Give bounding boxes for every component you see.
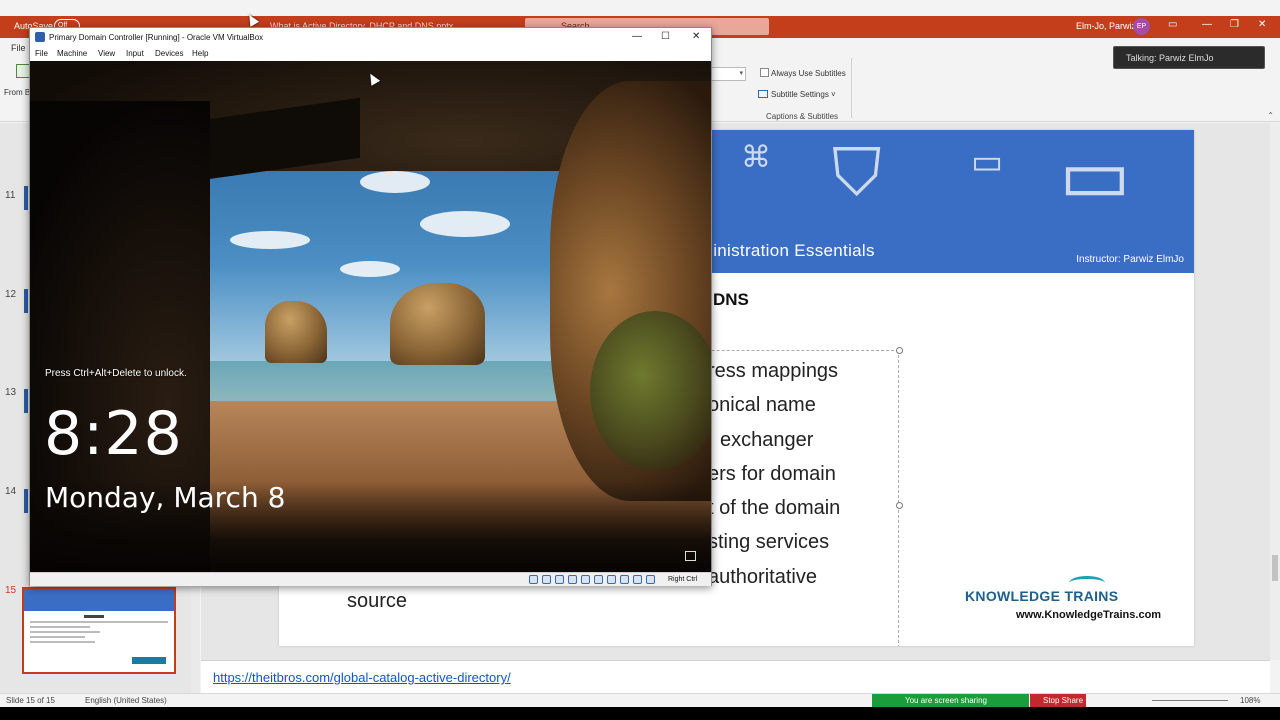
ribbon-display-icon[interactable]: ▭ <box>1168 19 1177 30</box>
slide-thumbnail-14[interactable] <box>24 489 28 513</box>
brand-name: KNOWLEDGE TRAINS <box>965 588 1119 604</box>
chevron-down-icon: ▾ <box>739 70 743 77</box>
avatar[interactable]: EP <box>1133 18 1150 35</box>
menu-view[interactable]: View <box>98 49 115 58</box>
lock-unlock-hint: Press Ctrl+Alt+Delete to unlock. <box>45 368 187 379</box>
subtitles-icon <box>758 90 768 98</box>
zoom-level[interactable]: 108% <box>1240 696 1260 705</box>
usb-icon[interactable] <box>581 575 590 584</box>
thumb-number-14: 14 <box>5 486 17 497</box>
language-indicator[interactable]: English (United States) <box>85 696 167 705</box>
menu-input[interactable]: Input <box>126 49 144 58</box>
tab-file[interactable]: File <box>11 43 26 53</box>
shared-folders-icon[interactable] <box>594 575 603 584</box>
minimize-icon[interactable]: — <box>1202 19 1212 30</box>
maximize-icon[interactable]: ☐ <box>661 31 670 42</box>
hdd-icon[interactable] <box>529 575 538 584</box>
minimize-icon[interactable]: — <box>632 31 642 42</box>
brand-url: www.KnowledgeTrains.com <box>1016 609 1162 621</box>
slide-indicator: Slide 15 of 15 <box>6 696 55 705</box>
instructor-label: Instructor: Parwiz ElmJo <box>1076 254 1184 265</box>
virtualbox-title: Primary Domain Controller [Running] - Or… <box>49 33 264 42</box>
slide-thumbnail-12[interactable] <box>24 289 28 313</box>
thumb-number-13: 13 <box>5 387 17 398</box>
virtualization-icon[interactable] <box>633 575 642 584</box>
network-icon: ⌘ <box>741 141 771 174</box>
mouse-integration-icon[interactable] <box>646 575 655 584</box>
close-icon[interactable]: ✕ <box>692 31 700 42</box>
display-icon[interactable] <box>607 575 616 584</box>
slide-thumbnail-15[interactable] <box>22 587 176 674</box>
scrollbar-thumb[interactable] <box>1272 555 1278 581</box>
screen-border <box>0 707 1280 720</box>
virtualbox-icon <box>35 32 45 42</box>
virtualbox-titlebar[interactable]: Primary Domain Controller [Running] - Or… <box>30 28 711 46</box>
thumb-number-11: 11 <box>5 190 16 201</box>
play-icon[interactable] <box>16 64 30 78</box>
always-use-subtitles-checkbox[interactable] <box>760 68 769 77</box>
audio-icon[interactable] <box>555 575 564 584</box>
slide-thumbnail-11[interactable] <box>24 186 28 210</box>
user-name[interactable]: Elm-Jo, Parwiz <box>1076 21 1136 31</box>
always-use-subtitles-label: Always Use Subtitles <box>771 69 846 78</box>
lock-time: 8:28 <box>44 399 183 469</box>
screen-sharing-indicator: You are screen sharing <box>872 694 1029 708</box>
desktop: AutoSave Off What is Active Directory, D… <box>0 0 1280 720</box>
virtualbox-menubar: File Machine View Input Devices Help <box>30 46 711 61</box>
menu-devices[interactable]: Devices <box>155 49 183 58</box>
menu-help[interactable]: Help <box>192 49 208 58</box>
notes-pane[interactable]: https://theitbros.com/global-catalog-act… <box>201 660 1270 693</box>
stop-share-label: Stop Share <box>1043 696 1084 705</box>
notes-link[interactable]: https://theitbros.com/global-catalog-act… <box>213 670 511 685</box>
subtitle-settings-label: Subtitle Settings <box>771 90 829 99</box>
menu-file[interactable]: File <box>35 49 48 58</box>
menu-machine[interactable]: Machine <box>57 49 87 58</box>
recording-icon[interactable] <box>620 575 629 584</box>
collapse-ribbon-icon[interactable]: ⌃ <box>1267 111 1274 120</box>
monitor-tablet-icon: ▭ <box>1059 133 1131 218</box>
vm-lock-screen[interactable]: Press Ctrl+Alt+Delete to unlock. 8:28 Mo… <box>30 61 711 572</box>
thumb-number-12: 12 <box>5 289 17 300</box>
lock-date: Monday, March 8 <box>45 481 286 514</box>
teams-talking-popup: Talking: Parwiz ElmJo <box>1113 46 1265 69</box>
zoom-slider[interactable] <box>1152 700 1228 701</box>
list-item: source <box>347 590 408 613</box>
status-bar: Slide 15 of 15 English (United States) Y… <box>0 693 1280 708</box>
virtualbox-window[interactable]: Primary Domain Controller [Running] - Or… <box>29 27 712 586</box>
group-divider <box>851 58 852 118</box>
network-icon[interactable] <box>568 575 577 584</box>
shield-check-icon: ⛉ <box>832 135 882 209</box>
host-key-label: Right Ctrl <box>668 576 698 583</box>
virtualbox-statusbar: Right Ctrl <box>30 572 711 586</box>
subtitle-settings-button[interactable]: Subtitle Settings ˅ <box>758 90 836 99</box>
captions-group-label: Captions & Subtitles <box>766 112 839 121</box>
close-icon[interactable]: ✕ <box>1258 19 1266 30</box>
slide-thumbnail-13[interactable] <box>24 389 28 413</box>
restore-icon[interactable]: ❐ <box>1230 19 1239 30</box>
ease-of-access-icon[interactable] <box>685 551 696 561</box>
talking-text: Talking: Parwiz ElmJo <box>1126 53 1214 63</box>
thumb-number-15: 15 <box>5 585 17 596</box>
resize-handle[interactable] <box>896 347 903 354</box>
slide-heading: DNS <box>713 290 749 309</box>
slide-title: dministration Essentials <box>689 241 875 260</box>
optical-drive-icon[interactable] <box>542 575 551 584</box>
slide-scrollbar[interactable] <box>1270 123 1280 660</box>
stop-share-button[interactable]: Stop Share <box>1030 694 1086 708</box>
devices-icon: ▭ <box>971 143 1004 181</box>
screen-sharing-label: You are screen sharing <box>905 696 987 705</box>
